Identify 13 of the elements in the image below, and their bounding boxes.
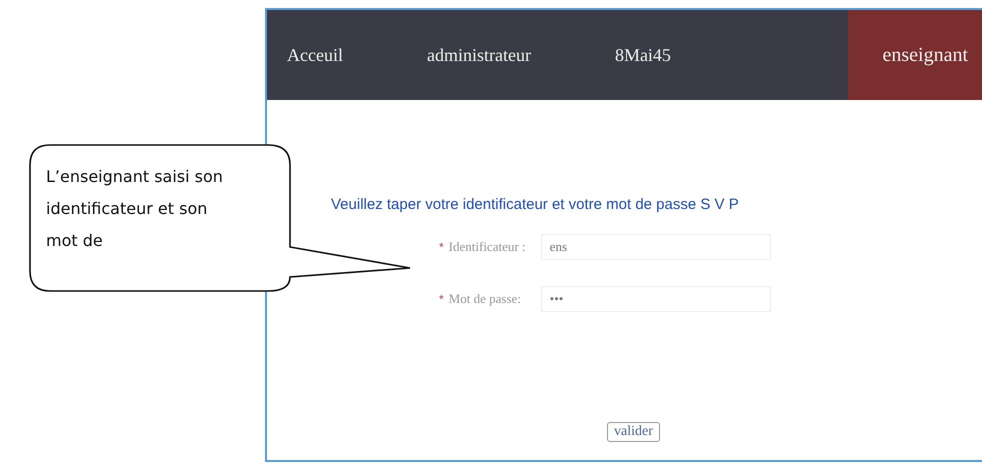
validate-button[interactable]: valider xyxy=(607,422,660,442)
nav-tab[interactable]: 8Mai45 xyxy=(594,10,691,100)
field-label: Mot de passe: xyxy=(448,291,522,307)
callout-text: L’enseignant saisi son identificateur et son mot de xyxy=(46,166,224,252)
input-field[interactable]: ••• xyxy=(540,286,771,312)
required-marker: * xyxy=(439,292,444,306)
nav-tab[interactable]: Acceuil xyxy=(267,10,363,100)
nav-tab[interactable]: administrateur xyxy=(406,10,551,100)
field-label: Identificateur : xyxy=(448,239,527,255)
nav-tab[interactable]: enseignant xyxy=(848,10,982,100)
required-marker: * xyxy=(439,240,444,254)
login-instruction: Veuillez taper votre identificateur et votre mot de passe S V P xyxy=(331,196,740,213)
input-field[interactable]: ens xyxy=(540,234,771,260)
